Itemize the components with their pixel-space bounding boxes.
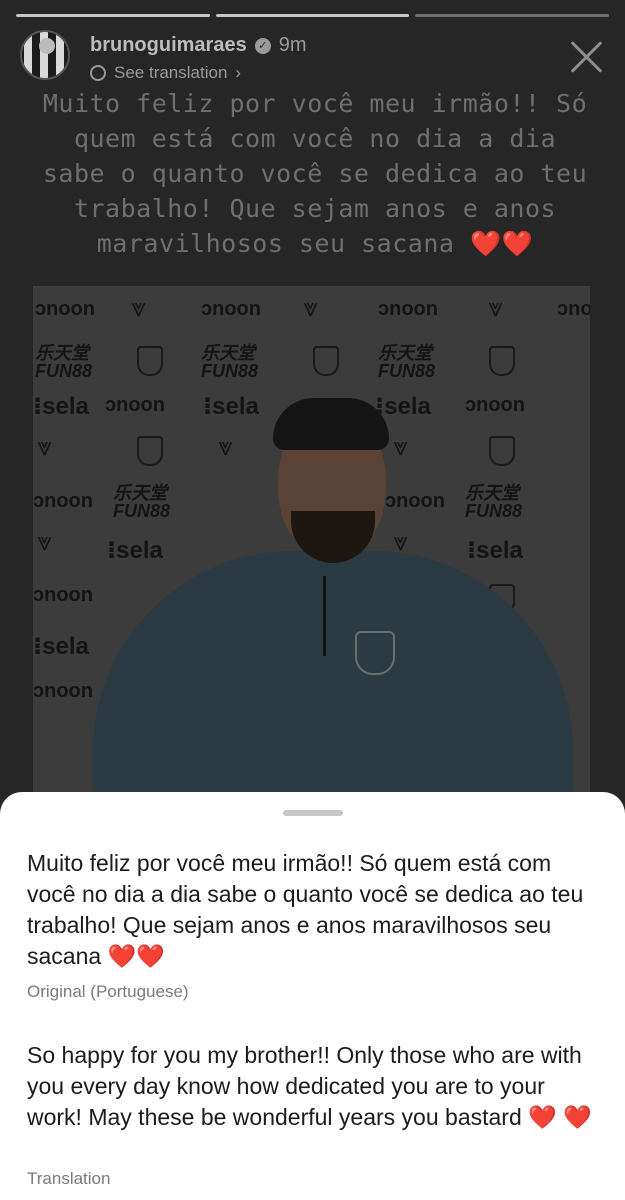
sponsor-logo-sela: ⁝sela — [467, 537, 523, 564]
chevron-right-icon: › — [235, 63, 242, 82]
castore-logo: ⩔ — [218, 431, 233, 461]
see-translation-label: See translation — [114, 63, 228, 82]
avatar[interactable] — [20, 30, 70, 80]
story-header: brunoguimaraes ✓ 9m See translation › — [20, 30, 307, 83]
translation-text: So happy for you my brother!! Only those… — [27, 1042, 592, 1130]
progress-segment — [16, 14, 210, 17]
close-icon[interactable] — [567, 36, 607, 76]
castore-logo: ⩔ — [131, 292, 146, 322]
sponsor-logo-noon: ↄnoon — [378, 298, 438, 320]
sponsor-logo-sela: ⁝sela — [33, 393, 89, 420]
sponsor-logo-noon: ↄnoon — [35, 298, 95, 320]
castore-logo: ⩔ — [393, 431, 408, 461]
progress-segment — [215, 14, 410, 17]
sponsor-logo-noon: ↄnoon — [33, 584, 93, 606]
castore-logo: ⩔ — [37, 431, 52, 461]
see-translation-button[interactable]: See translation › — [90, 63, 307, 83]
sponsor-logo-noon: ↄnoon — [465, 394, 525, 416]
sponsor-logo-fun88: 乐天堂 FUN88 — [201, 343, 259, 381]
original-text: Muito feliz por você meu irmão!! Só quem… — [27, 850, 584, 969]
sponsor-logo-noon: ↄnoon — [201, 298, 261, 320]
club-crest — [313, 346, 339, 376]
sponsor-logo-noon: ↄnoon — [385, 490, 445, 512]
post-time: 9m — [278, 34, 307, 56]
sponsor-logo-noon: ↄnoon — [557, 298, 590, 320]
story-photo: ↄnoon ⩔ ↄnoon ⩔ ↄnoon ⩔ ↄnoon 乐天堂 FUN88 … — [33, 286, 590, 796]
original-label: Original (Portuguese) — [27, 982, 189, 1001]
sponsor-logo-noon: ↄnoon — [33, 680, 93, 702]
club-crest-badge — [355, 631, 395, 675]
story-progress-bar — [16, 14, 610, 17]
sponsor-logo-sela: ⁝sela — [203, 393, 259, 420]
drag-handle[interactable] — [283, 810, 343, 816]
sponsor-logo-fun88: 乐天堂 FUN88 — [113, 483, 171, 521]
sponsor-logo-sela: ⁝sela — [33, 633, 89, 660]
globe-icon — [90, 65, 106, 81]
story-caption: Muito feliz por você meu irmão!! Só quem… — [42, 89, 588, 258]
castore-logo: ⩔ — [488, 292, 503, 322]
club-crest — [137, 436, 163, 466]
sponsor-logo-noon: ↄnoon — [105, 394, 165, 416]
sponsor-logo-noon: ↄnoon — [33, 490, 93, 512]
sponsor-logo-fun88: 乐天堂 FUN88 — [465, 483, 523, 521]
progress-segment — [415, 14, 610, 17]
sponsor-logo-fun88: 乐天堂 FUN88 — [378, 343, 436, 381]
castore-logo: ⩔ — [303, 292, 318, 322]
club-crest — [489, 436, 515, 466]
sponsor-logo-sela: ⁝sela — [107, 537, 163, 564]
sponsor-logo-fun88: 乐天堂 FUN88 — [35, 343, 93, 381]
username[interactable]: brunoguimaraes — [90, 34, 247, 57]
club-crest — [489, 346, 515, 376]
castore-logo: ⩔ — [37, 526, 52, 556]
translation-sheet: Muito feliz por você meu irmão!! Só quem… — [0, 792, 625, 1200]
translation-label: Translation — [27, 1169, 111, 1188]
club-crest — [137, 346, 163, 376]
verified-icon: ✓ — [254, 37, 271, 54]
sponsor-logo-sela: ⁝sela — [375, 393, 431, 420]
